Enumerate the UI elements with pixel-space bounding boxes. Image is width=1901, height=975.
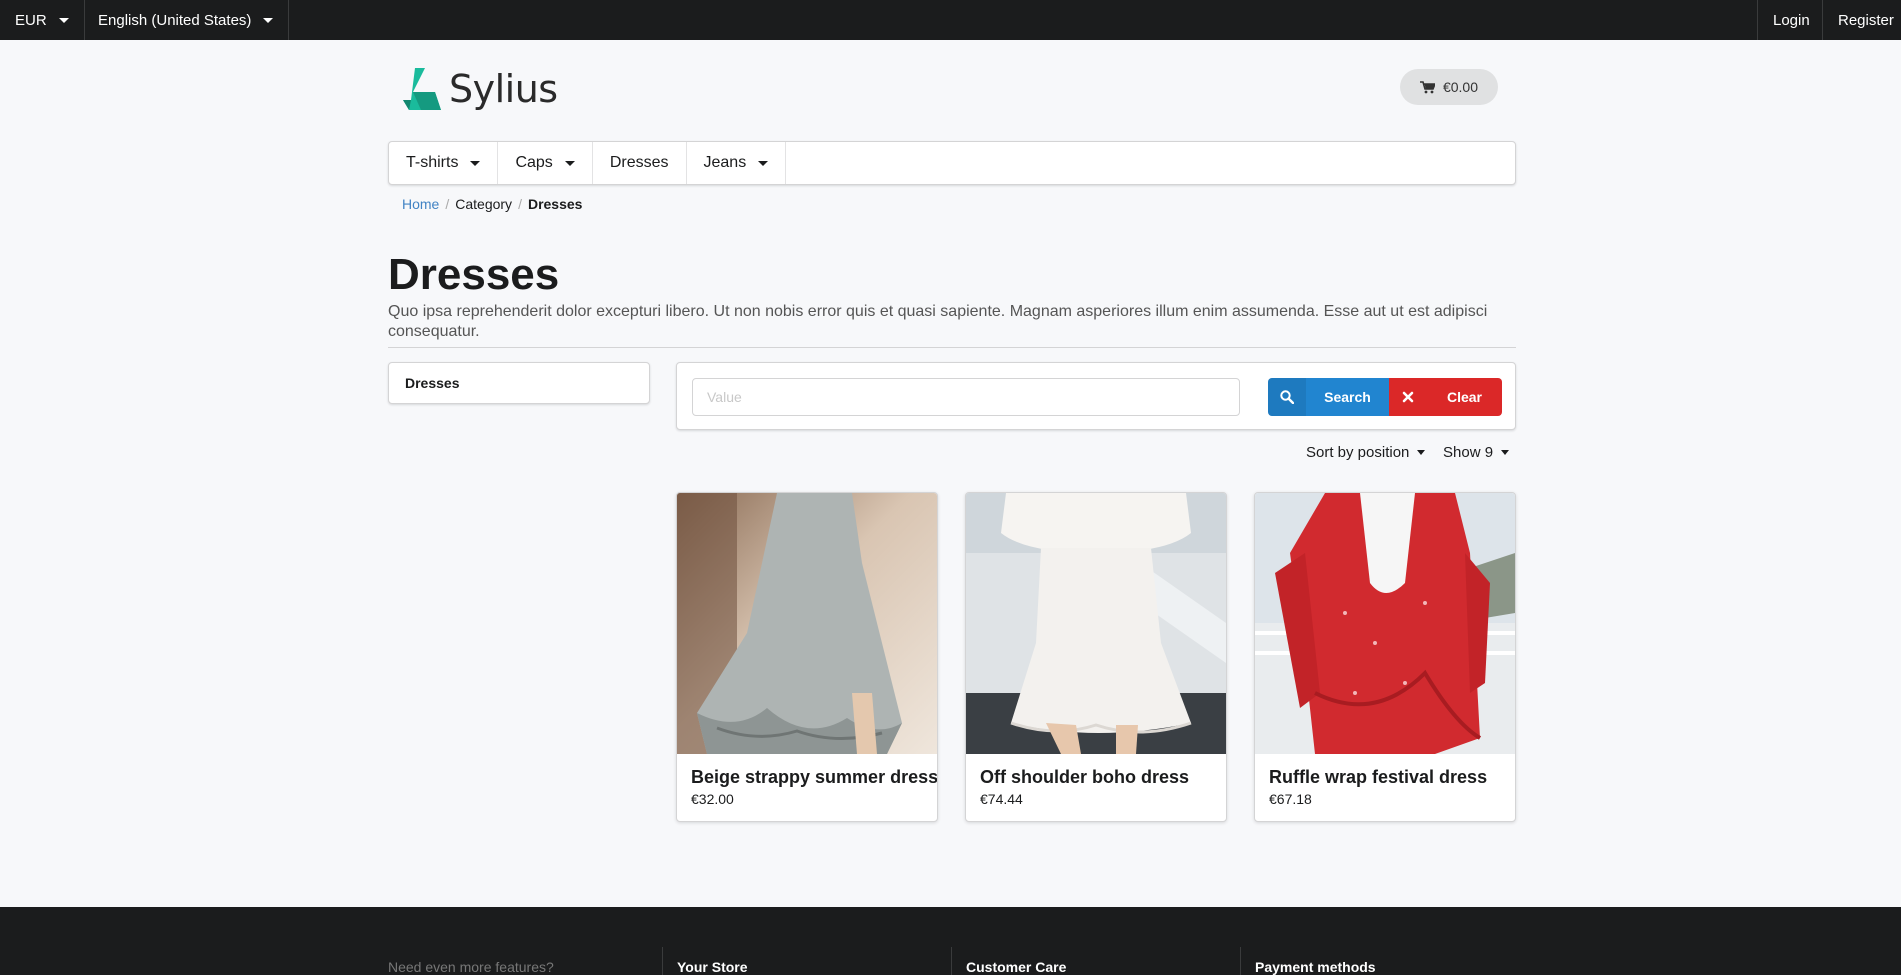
currency-label: EUR <box>15 11 47 29</box>
menu-item-jeans[interactable]: Jeans <box>687 142 787 184</box>
product-card[interactable]: Off shoulder boho dress €74.44 <box>965 492 1227 822</box>
product-name[interactable]: Beige strappy summer dress <box>691 767 937 788</box>
logo[interactable]: Sylius <box>401 66 558 112</box>
logo-text: Sylius <box>449 67 558 111</box>
product-image[interactable] <box>677 493 937 754</box>
menu-item-dresses[interactable]: Dresses <box>593 142 687 184</box>
caret-down-icon <box>758 160 769 166</box>
breadcrumb-current: Dresses <box>527 196 583 212</box>
locale-label: English (United States) <box>98 11 252 29</box>
clear-button[interactable]: Clear <box>1389 378 1502 416</box>
login-link[interactable]: Login <box>1757 0 1825 40</box>
page-size-dropdown[interactable]: Show 9 <box>1443 444 1510 461</box>
top-bar: EUR English (United States) Login Regist… <box>0 0 1901 40</box>
product-card[interactable]: Beige strappy summer dress €32.00 <box>676 492 938 822</box>
caret-down-icon <box>1501 450 1510 455</box>
product-image[interactable] <box>1255 493 1515 754</box>
breadcrumb-separator: / <box>518 196 522 212</box>
cart-icon <box>1419 80 1435 93</box>
menu-item-label: T-shirts <box>406 154 459 171</box>
breadcrumb: Home / Category / Dresses <box>402 196 582 212</box>
sort-dropdown[interactable]: Sort by position <box>1306 444 1426 461</box>
footer-heading-payment: Payment methods <box>1255 959 1376 975</box>
search-input[interactable] <box>692 378 1240 416</box>
footer-divider <box>662 947 663 975</box>
footer-heading-store: Your Store <box>677 959 748 975</box>
sylius-logo-icon <box>403 68 441 110</box>
breadcrumb-separator: / <box>445 196 450 212</box>
caret-down-icon <box>58 17 69 23</box>
footer-divider <box>951 947 952 975</box>
product-card[interactable]: Ruffle wrap festival dress €67.18 <box>1254 492 1516 822</box>
caret-down-icon <box>564 160 575 166</box>
filter-panel: Search Clear <box>676 362 1516 430</box>
locale-selector[interactable]: English (United States) <box>83 0 290 40</box>
product-price: €67.18 <box>1269 791 1312 807</box>
caret-down-icon <box>263 17 274 23</box>
menu-item-label: Caps <box>515 154 553 171</box>
caret-down-icon <box>470 160 481 166</box>
menu-item-tshirts[interactable]: T-shirts <box>389 142 499 184</box>
main-menu: T-shirts Caps Dresses Jeans <box>388 141 1516 185</box>
search-icon <box>1268 378 1306 416</box>
currency-selector[interactable]: EUR <box>0 0 85 40</box>
sidebar-item-label: Dresses <box>405 375 460 391</box>
sort-label: Sort by position <box>1306 444 1410 461</box>
register-label: Register <box>1838 11 1894 29</box>
page-title: Dresses <box>388 250 560 299</box>
breadcrumb-category: Category <box>455 196 513 212</box>
clear-button-label: Clear <box>1446 389 1483 405</box>
footer-features-link[interactable]: Need even more features? <box>388 959 554 975</box>
caret-down-icon <box>1417 450 1426 455</box>
menu-item-caps[interactable]: Caps <box>498 142 593 184</box>
page-size-label: Show 9 <box>1443 444 1494 461</box>
close-icon <box>1389 378 1427 416</box>
product-price: €32.00 <box>691 791 734 807</box>
search-button[interactable]: Search <box>1268 378 1389 416</box>
search-button-label: Search <box>1324 389 1371 405</box>
product-name[interactable]: Ruffle wrap festival dress <box>1269 767 1487 788</box>
footer: Need even more features? Your Store Cust… <box>0 907 1901 975</box>
breadcrumb-home[interactable]: Home <box>402 196 439 212</box>
footer-heading-care: Customer Care <box>966 959 1067 975</box>
product-name[interactable]: Off shoulder boho dress <box>980 767 1189 788</box>
register-link[interactable]: Register <box>1822 0 1901 40</box>
page-description: Quo ipsa reprehenderit dolor excepturi l… <box>388 303 1488 340</box>
product-image[interactable] <box>966 493 1226 754</box>
product-price: €74.44 <box>980 791 1023 807</box>
sidebar-item-dresses[interactable]: Dresses <box>388 362 650 404</box>
menu-item-label: Dresses <box>609 154 669 171</box>
divider <box>388 347 1516 348</box>
menu-item-label: Jeans <box>703 154 747 171</box>
login-label: Login <box>1773 11 1810 29</box>
footer-divider <box>1240 947 1241 975</box>
cart-total: €0.00 <box>1442 79 1479 95</box>
cart-button[interactable]: €0.00 <box>1400 69 1498 105</box>
